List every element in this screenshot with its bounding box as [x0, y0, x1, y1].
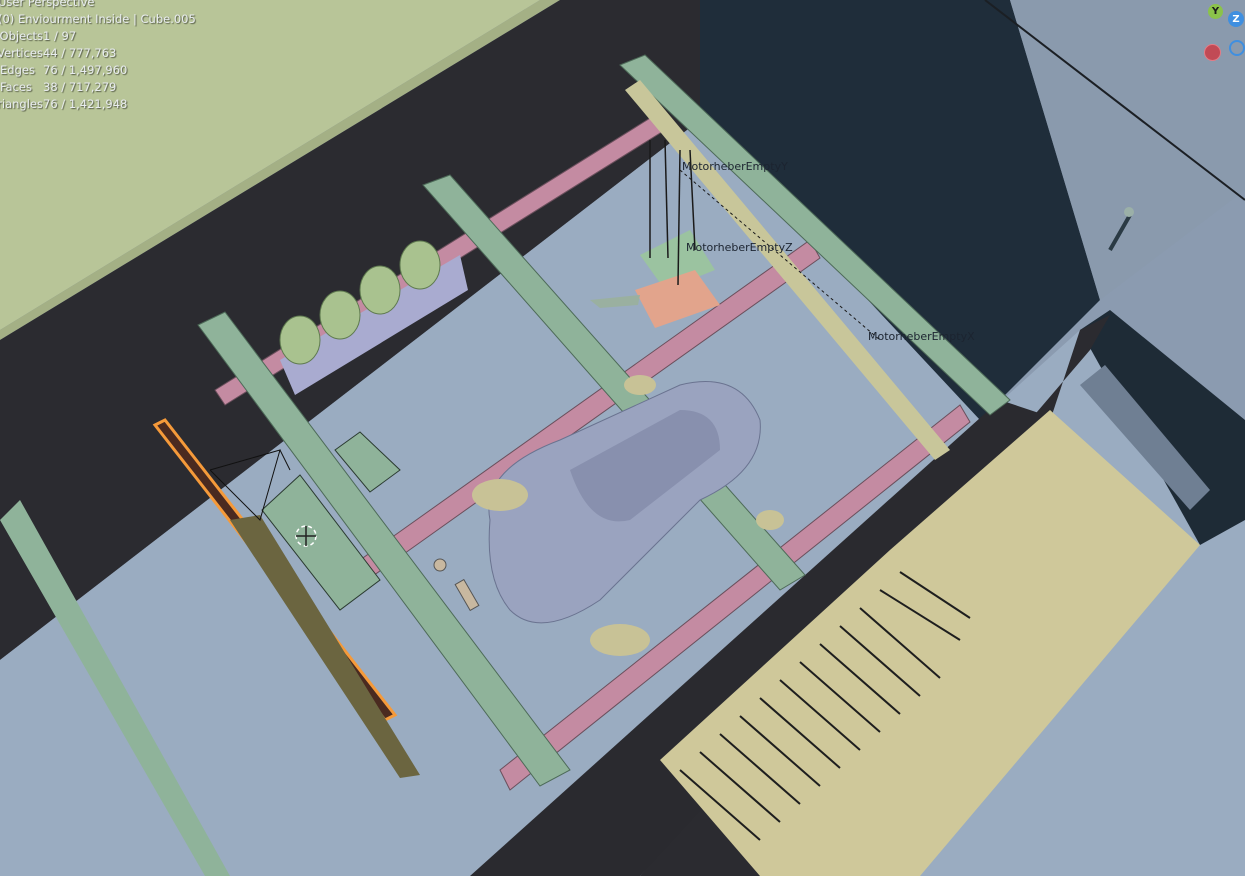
- gizmo-x-neg-axis[interactable]: [1204, 44, 1221, 61]
- empty-object-label-y[interactable]: MotorheberEmptyY: [682, 160, 788, 173]
- scene-render[interactable]: [0, 0, 1245, 876]
- empty-object-label-z[interactable]: MotorheberEmptyZ: [686, 241, 793, 254]
- gizmo-y-neg-axis[interactable]: [1229, 40, 1245, 56]
- 3d-viewport[interactable]: User Perspective (0) Enviourment Inside …: [0, 0, 1245, 876]
- empty-object-label-x[interactable]: MotorheberEmptyX: [868, 330, 975, 343]
- gizmo-z-axis[interactable]: Z: [1228, 11, 1244, 27]
- navigation-gizmo[interactable]: Y Z: [1196, 0, 1245, 66]
- gizmo-y-axis[interactable]: Y: [1208, 4, 1223, 19]
